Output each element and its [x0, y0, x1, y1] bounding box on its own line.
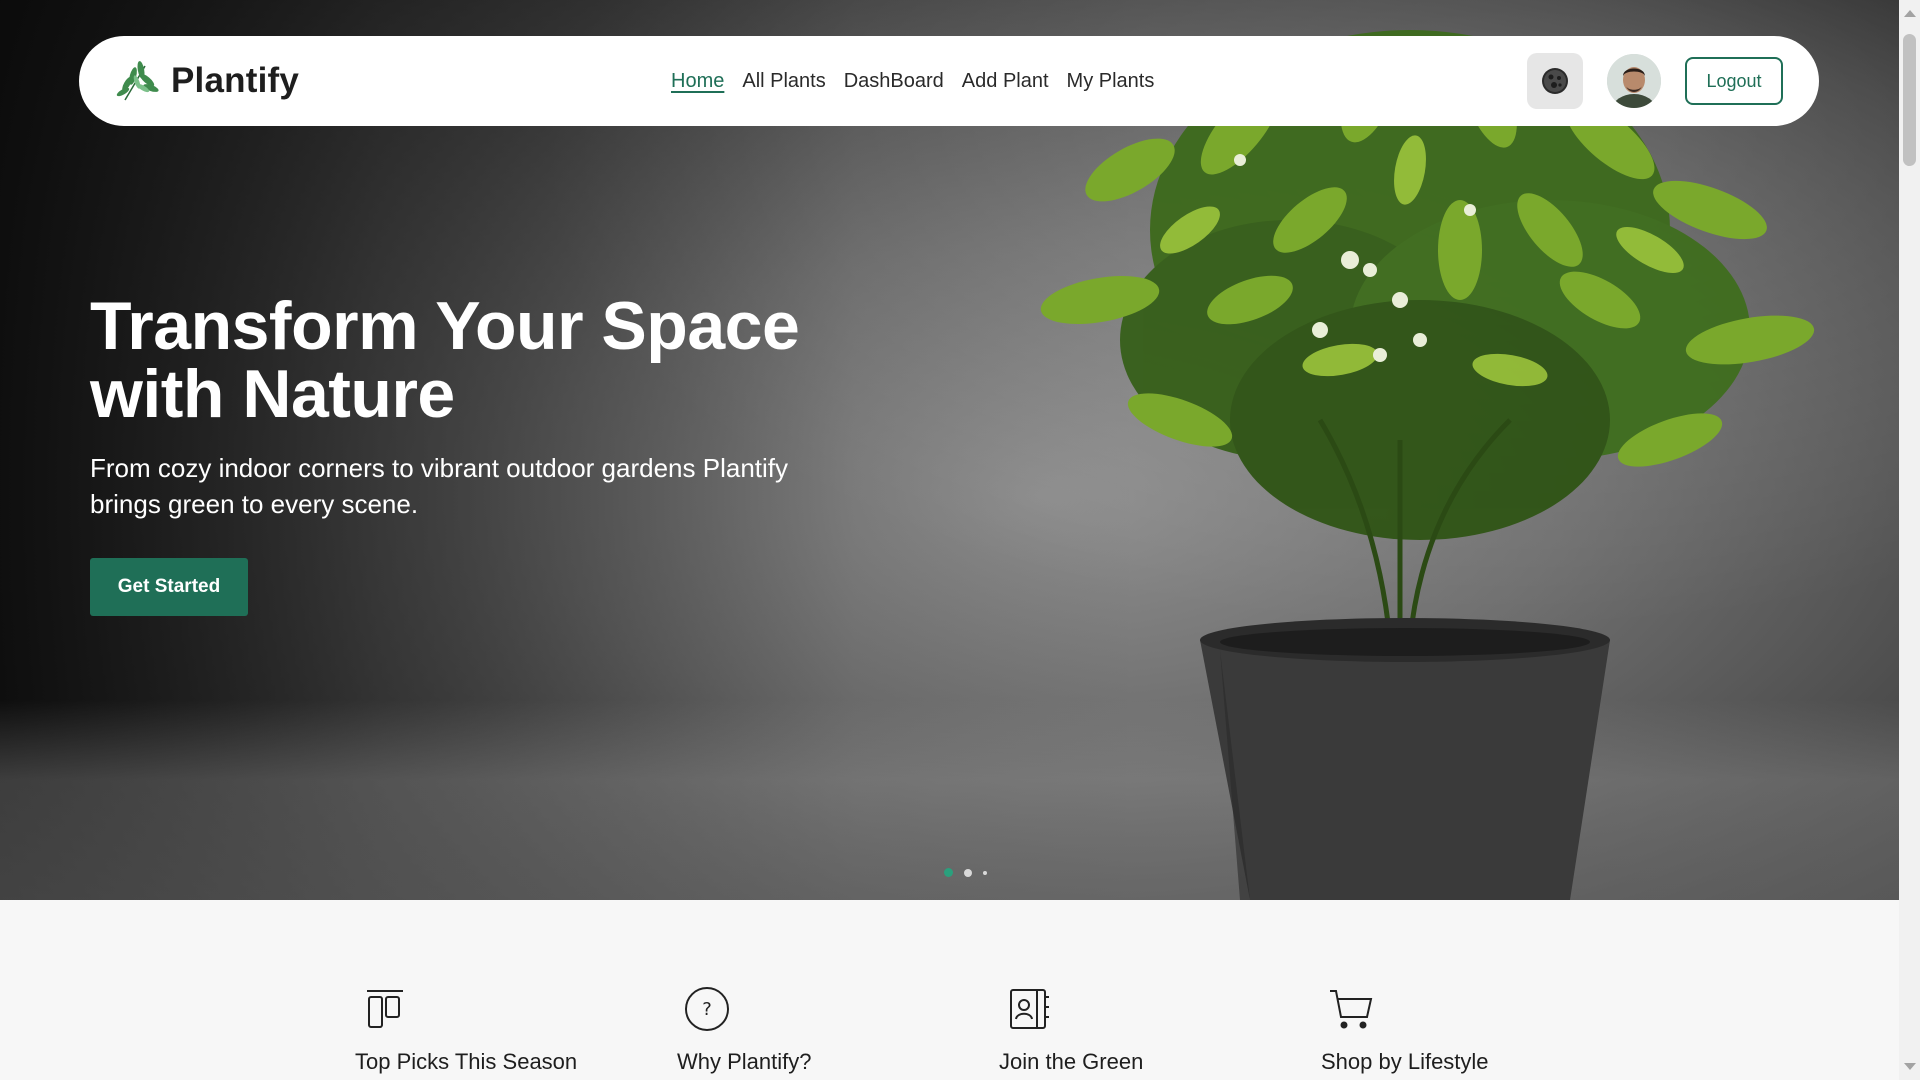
- feature-why-plantify[interactable]: ? Why Plantify?: [677, 985, 812, 1075]
- theme-toggle-button[interactable]: [1527, 53, 1583, 109]
- shopping-cart-icon: [1330, 990, 1373, 1029]
- nav-links: Home All Plants DashBoard Add Plant My P…: [671, 36, 1154, 126]
- feature-top-picks[interactable]: Top Picks This Season: [355, 985, 577, 1075]
- carousel-dots: [944, 868, 987, 877]
- brand-name: Plantify: [171, 61, 300, 100]
- svg-text:?: ?: [702, 999, 712, 1020]
- logout-button[interactable]: Logout: [1685, 57, 1783, 105]
- page: Transform Your Space with Nature From co…: [0, 0, 1920, 1080]
- feature-join-green[interactable]: Join the Green: [999, 985, 1143, 1075]
- feature-label: Shop by Lifestyle: [1321, 1049, 1489, 1074]
- hero-title: Transform Your Space with Nature: [90, 292, 850, 428]
- hero-content: Transform Your Space with Nature From co…: [90, 292, 850, 616]
- user-avatar[interactable]: [1607, 54, 1661, 108]
- nav-link-all-plants[interactable]: All Plants: [742, 70, 825, 93]
- get-started-button[interactable]: Get Started: [90, 558, 248, 616]
- feature-label: Join the Green: [999, 1049, 1144, 1074]
- contact-book-icon: [1010, 989, 1049, 1029]
- user-avatar-image: [1607, 54, 1661, 108]
- brand[interactable]: Plantify: [115, 58, 299, 104]
- hero-section: Transform Your Space with Nature From co…: [0, 0, 1899, 900]
- scroll-down-arrow-icon[interactable]: [1904, 1063, 1916, 1070]
- carousel-dot-2[interactable]: [964, 868, 972, 877]
- hero-title-line2: with Nature: [90, 356, 455, 432]
- hero-title-line1: Transform Your Space: [90, 288, 800, 364]
- scroll-up-arrow-icon[interactable]: [1904, 10, 1916, 17]
- potted-plant-image: [1040, 30, 1815, 900]
- nav-right: Logout: [1527, 36, 1783, 126]
- feature-label: Top Picks This Season: [355, 1049, 578, 1074]
- navbar: Plantify Home All Plants DashBoard Add P…: [79, 36, 1819, 126]
- carousel-dot-1[interactable]: [944, 868, 953, 877]
- nav-link-home[interactable]: Home: [671, 70, 724, 93]
- carousel-dot-3[interactable]: [983, 870, 987, 875]
- nav-link-my-plants[interactable]: My Plants: [1067, 70, 1155, 93]
- hero-subtitle: From cozy indoor corners to vibrant outd…: [90, 453, 789, 519]
- features-section: Top Picks This Season ? Why Plantify? Jo…: [0, 900, 1899, 1080]
- theme-toggle-icon: [1542, 68, 1568, 94]
- nav-link-add-plant[interactable]: Add Plant: [962, 70, 1049, 93]
- columns-icon: [367, 990, 403, 1028]
- nav-link-dashboard[interactable]: DashBoard: [844, 70, 944, 93]
- page-scrollbar[interactable]: [1899, 0, 1920, 1080]
- scroll-thumb[interactable]: [1903, 34, 1916, 166]
- feature-shop-lifestyle[interactable]: Shop by Lifestyle: [1321, 985, 1489, 1075]
- question-circle-icon: ?: [685, 987, 729, 1031]
- leaf-sprig-icon: [116, 61, 159, 101]
- feature-label: Why Plantify?: [677, 1049, 812, 1074]
